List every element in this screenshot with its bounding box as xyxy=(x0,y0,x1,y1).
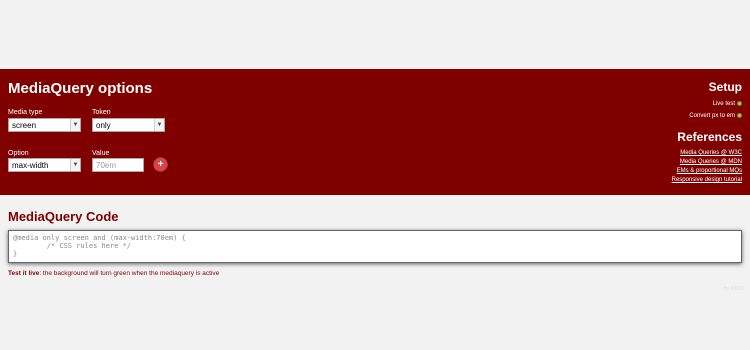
code-section-title: MediaQuery Code xyxy=(8,209,119,224)
reference-link-w3c[interactable]: Media Queries @ W3C xyxy=(680,150,742,156)
page-title: MediaQuery options xyxy=(8,80,153,97)
setup-item-convert-px[interactable]: Convert px to em xyxy=(689,113,742,119)
setup-item-label: Live test xyxy=(712,101,735,108)
setup-title: Setup xyxy=(708,80,742,94)
code-output[interactable]: @media only screen and (max-width:70em) … xyxy=(8,230,742,263)
token-label: Token xyxy=(92,109,111,116)
reference-link-ems[interactable]: EMs & proportional MQs xyxy=(677,168,742,174)
option-value: max-width xyxy=(12,161,49,170)
media-type-value: screen xyxy=(12,121,37,130)
checkbox-icon[interactable] xyxy=(737,113,742,118)
setup-item-label: Convert px to em xyxy=(689,113,735,120)
corner-credit: by XXXX xyxy=(723,286,744,292)
value-input[interactable]: 70em xyxy=(92,158,144,172)
live-test-note: Test it live: the background will turn g… xyxy=(8,270,219,277)
option-select[interactable]: max-width ▼ xyxy=(8,158,81,172)
token-value: only xyxy=(96,121,111,130)
live-test-text: : the background will turn green when th… xyxy=(39,270,220,277)
code-line: @media only screen and (max-width:70em) … xyxy=(13,234,186,242)
add-button[interactable]: + xyxy=(153,157,168,172)
reference-link-mdn[interactable]: Media Queries @ MDN xyxy=(680,159,742,165)
references-title: References xyxy=(677,130,742,144)
token-select[interactable]: only ▼ xyxy=(92,118,165,132)
media-type-select[interactable]: screen ▼ xyxy=(8,118,81,132)
chevron-down-icon: ▼ xyxy=(70,119,80,131)
media-type-label: Media type xyxy=(8,109,43,116)
value-placeholder: 70em xyxy=(96,161,117,170)
code-line: } xyxy=(13,250,18,258)
reference-link-tutorial[interactable]: Responsive design tutorial xyxy=(672,177,742,183)
checkbox-icon[interactable] xyxy=(737,101,742,106)
option-label: Option xyxy=(8,150,29,157)
chevron-down-icon: ▼ xyxy=(70,159,80,171)
options-banner: MediaQuery options Media type screen ▼ T… xyxy=(0,69,750,195)
setup-item-live-test[interactable]: Live test xyxy=(713,101,742,107)
live-test-strong: Test it live xyxy=(8,270,40,277)
code-line: /* CSS rules here */ xyxy=(13,242,132,250)
value-label: Value xyxy=(92,150,110,157)
chevron-down-icon: ▼ xyxy=(154,119,164,131)
